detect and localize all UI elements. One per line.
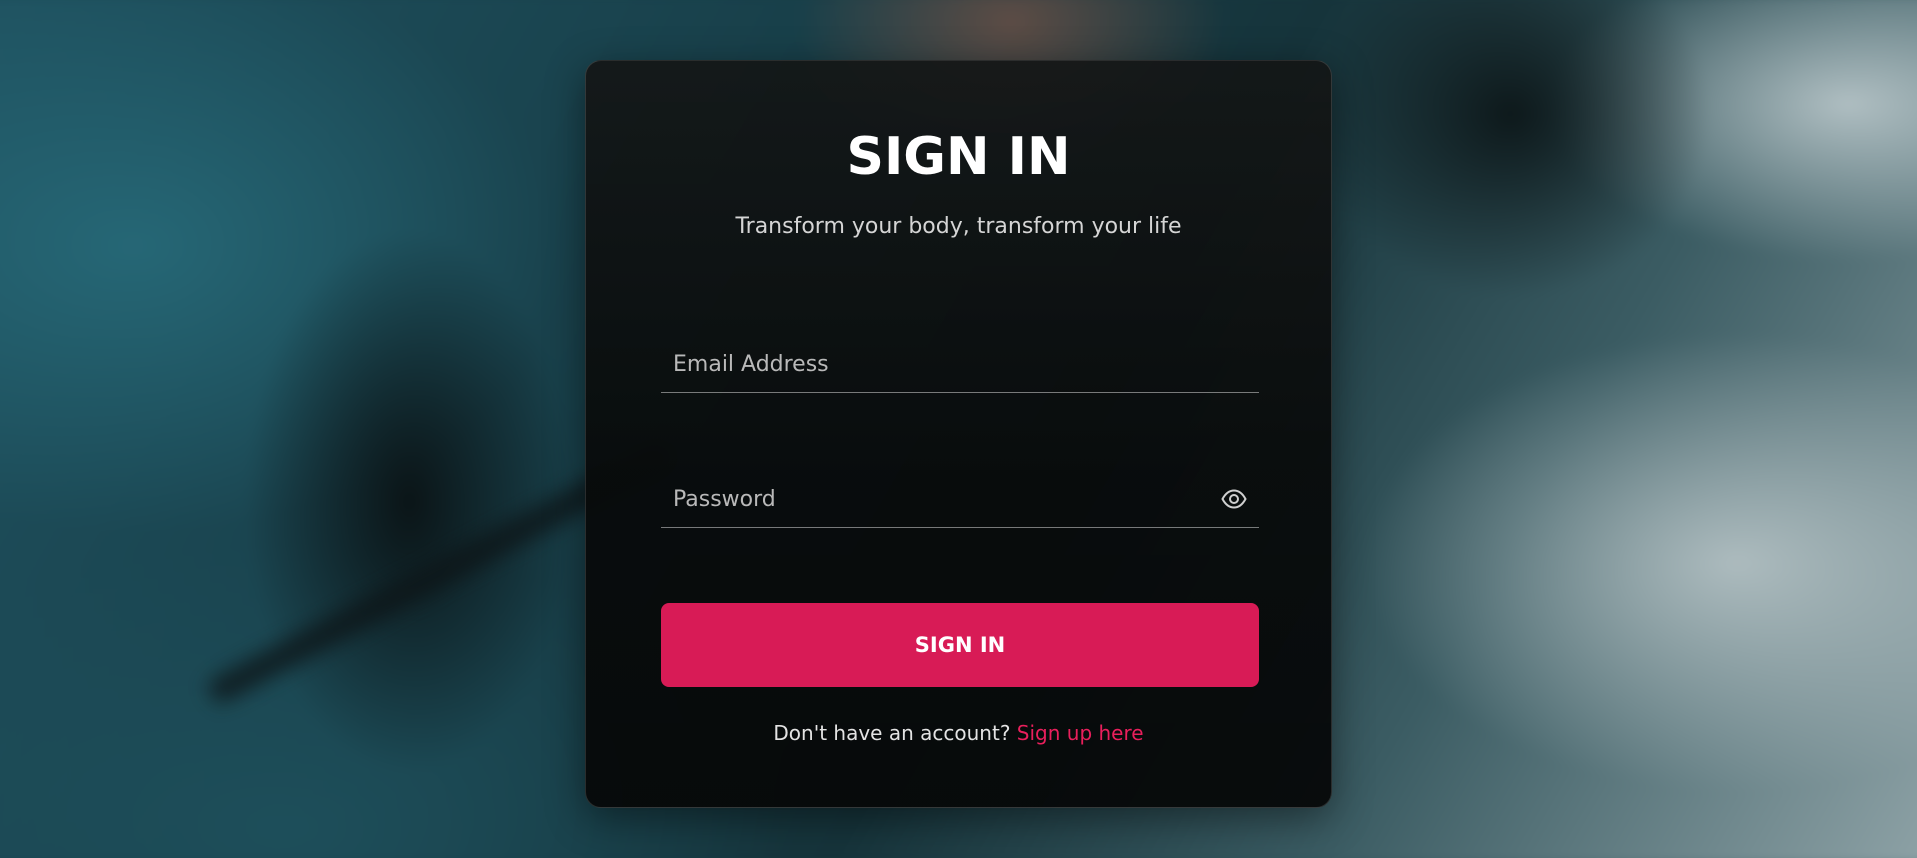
page-title: SIGN IN: [846, 127, 1071, 187]
signin-button[interactable]: SIGN IN: [661, 603, 1259, 687]
eye-icon[interactable]: [1221, 487, 1247, 511]
email-field-wrapper: [661, 336, 1259, 393]
page-subtitle: Transform your body, transform your life: [735, 214, 1182, 239]
signup-link[interactable]: Sign up here: [1017, 721, 1144, 745]
signup-prompt-text: Don't have an account?: [773, 721, 1017, 745]
password-field-wrapper: [661, 471, 1259, 528]
signin-card: SIGN IN Transform your body, transform y…: [585, 60, 1332, 808]
email-input[interactable]: [661, 336, 1259, 392]
signup-prompt: Don't have an account? Sign up here: [586, 721, 1331, 745]
password-input[interactable]: [661, 471, 1259, 527]
